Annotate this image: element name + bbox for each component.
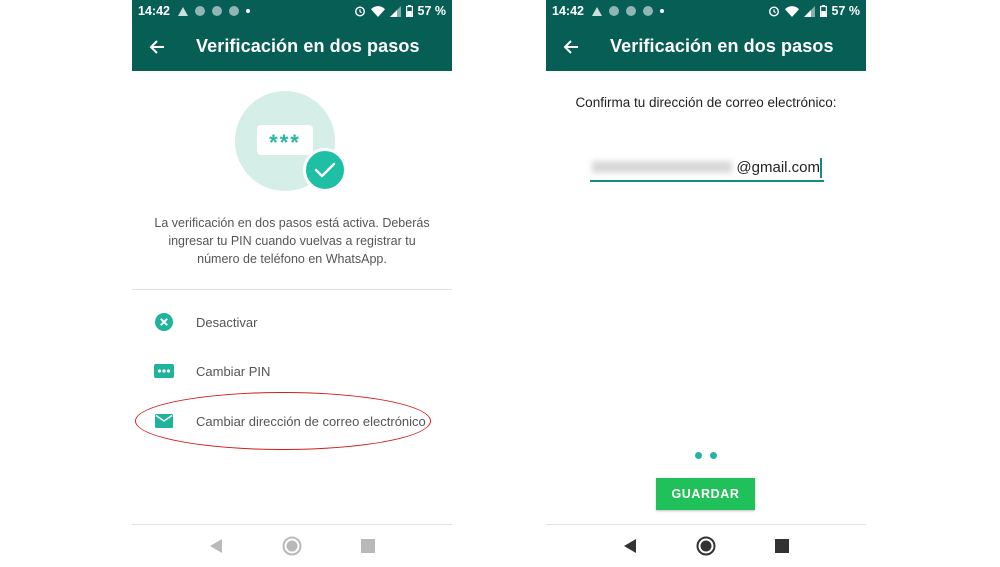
status-time: 14:42	[552, 4, 584, 18]
status-description: La verificación en dos pasos está activa…	[154, 216, 430, 266]
nav-home-button[interactable]	[280, 534, 304, 558]
divider	[132, 289, 452, 290]
signal-icon	[389, 5, 401, 17]
pin-dots-icon	[154, 364, 174, 378]
nav-back-icon	[210, 538, 222, 553]
page-dot	[695, 452, 702, 459]
more-notifications-icon	[659, 9, 664, 13]
app-bar: Verificación en dos pasos	[546, 22, 866, 71]
nav-recents-button[interactable]	[356, 534, 380, 558]
nav-recents-icon	[361, 538, 375, 553]
pin-mask: ***	[257, 125, 313, 155]
page-title: Verificación en dos pasos	[610, 36, 834, 56]
status-right: 57 %	[768, 4, 861, 18]
option-change-email[interactable]: Cambiar dirección de correo electrónico	[132, 401, 452, 441]
nav-back-button[interactable]	[204, 534, 228, 558]
back-button[interactable]	[546, 22, 596, 71]
option-label: Cambiar dirección de correo electrónico	[196, 413, 426, 429]
drive-icon	[591, 6, 602, 16]
notification-icon	[228, 6, 239, 16]
status-right: 57 %	[354, 4, 447, 18]
x-circle-icon	[155, 313, 173, 331]
arrow-left-icon	[149, 39, 164, 54]
notification-icons	[177, 6, 250, 16]
option-label: Desactivar	[196, 314, 258, 330]
notification-icon	[211, 6, 222, 16]
notification-icon	[642, 6, 653, 16]
phone-screen-left: 14:42 57 % Verificación en dos pasos ***…	[132, 0, 452, 567]
page-indicator	[546, 452, 866, 459]
status-bar: 14:42 57 %	[546, 0, 866, 22]
nav-back-button[interactable]	[618, 534, 642, 558]
notification-icon	[194, 6, 205, 16]
option-label: Cambiar PIN	[196, 363, 271, 379]
notification-icon	[608, 6, 619, 16]
email-input[interactable]	[590, 154, 824, 180]
check-icon	[314, 162, 336, 178]
nav-recents-button[interactable]	[770, 534, 794, 558]
battery-level: 57 %	[831, 4, 861, 18]
status-time: 14:42	[138, 4, 170, 18]
page-title: Verificación en dos pasos	[196, 36, 420, 56]
confirm-email-prompt: Confirma tu dirección de correo electrón…	[575, 95, 837, 110]
notification-icons	[591, 6, 664, 16]
nav-home-icon	[696, 536, 716, 555]
more-notifications-icon	[245, 9, 250, 13]
alarm-icon	[354, 6, 365, 17]
signal-icon	[803, 5, 815, 17]
nav-home-button[interactable]	[694, 534, 718, 558]
page-dot	[710, 452, 717, 459]
nav-recents-icon	[775, 538, 789, 553]
wifi-icon	[370, 5, 385, 17]
check-badge	[303, 148, 347, 192]
two-step-illustration: ***	[235, 91, 347, 196]
envelope-icon	[155, 414, 173, 428]
option-change-pin[interactable]: Cambiar PIN	[132, 351, 452, 391]
app-bar: Verificación en dos pasos	[132, 22, 452, 71]
notification-icon	[625, 6, 636, 16]
alarm-icon	[768, 6, 779, 17]
system-nav-bar	[546, 524, 866, 567]
back-button[interactable]	[132, 22, 182, 71]
phone-screen-right: 14:42 57 % Verificación en dos pasos Con…	[546, 0, 866, 567]
text-cursor	[820, 158, 822, 178]
save-button[interactable]: GUARDAR	[656, 478, 755, 510]
email-field	[590, 154, 824, 182]
wifi-icon	[784, 5, 799, 17]
option-disable[interactable]: Desactivar	[132, 302, 452, 342]
status-bar: 14:42 57 %	[132, 0, 452, 22]
drive-icon	[177, 6, 188, 16]
nav-home-icon	[282, 536, 302, 555]
battery-icon	[819, 5, 827, 17]
nav-back-icon	[624, 538, 636, 553]
battery-level: 57 %	[417, 4, 447, 18]
system-nav-bar	[132, 524, 452, 567]
arrow-left-icon	[563, 39, 578, 54]
battery-icon	[405, 5, 413, 17]
